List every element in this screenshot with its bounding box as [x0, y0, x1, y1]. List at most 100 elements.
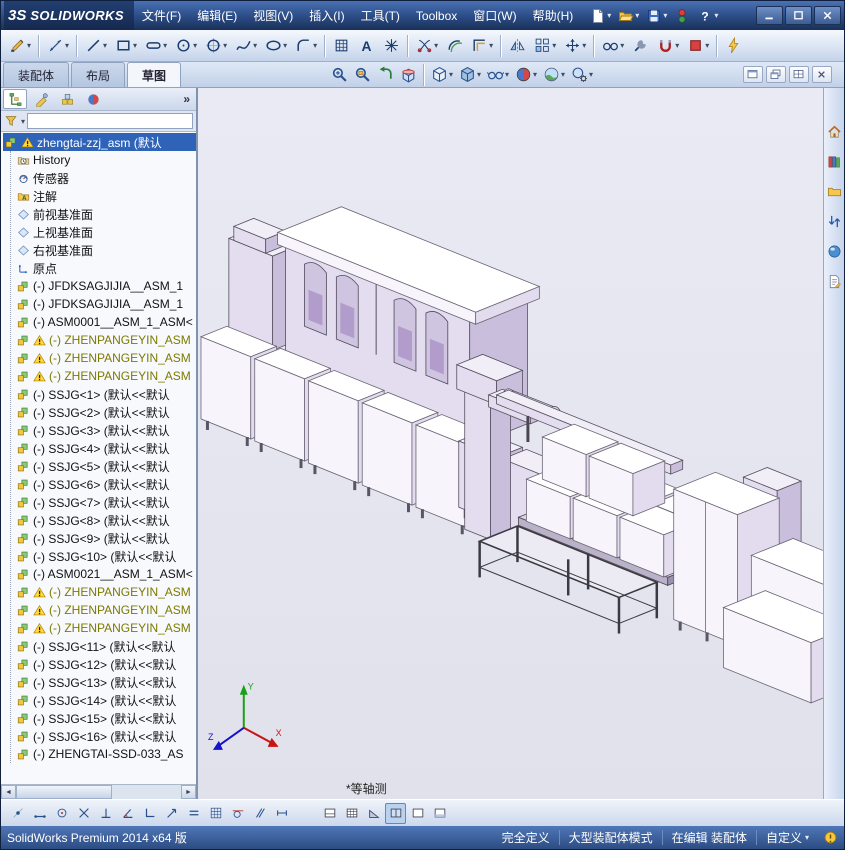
tree-item[interactable]: (-) ZHENPANGEYIN_ASM [11, 583, 196, 601]
snap-perpendicular-button[interactable] [95, 803, 116, 824]
tree-item[interactable]: A 注解 [11, 187, 196, 205]
tree-item[interactable]: (-) ASM0001__ASM_1_ASM< [11, 313, 196, 331]
filter-dropdown-icon[interactable]: ▾ [21, 117, 25, 126]
tree-item[interactable]: (-) ZHENPANGEYIN_ASM [11, 331, 196, 349]
status-custom-dropdown-icon[interactable]: ▾ [805, 833, 809, 842]
snap-hv-button[interactable] [183, 803, 204, 824]
filter-input[interactable] [27, 113, 193, 129]
status-custom[interactable]: 自定义 [766, 829, 802, 846]
tree-item[interactable]: (-) SSJG<11> (默认<<默认 [11, 637, 196, 655]
tree-item[interactable]: (-) SSJG<5> (默认<<默认 [11, 457, 196, 475]
tree-item[interactable]: (-) SSJG<4> (默认<<默认 [11, 439, 196, 457]
help-button[interactable]: ? ▾ [694, 5, 721, 27]
smart-dimension-button[interactable]: ▾ [43, 33, 73, 58]
sketch-picture-button[interactable] [329, 33, 354, 58]
tree-item[interactable]: (-) SSJG<8> (默认<<默认 [11, 511, 196, 529]
menu-item-3[interactable]: 插入(I) [301, 1, 352, 30]
command-tab-1[interactable]: 布局 [71, 62, 126, 87]
tree-item[interactable]: (-) SSJG<6> (默认<<默认 [11, 475, 196, 493]
tree-item[interactable]: (-) ZHENPANGEYIN_ASM [11, 601, 196, 619]
display-relations-button[interactable]: ▾ [598, 33, 628, 58]
displaymanager-tab[interactable] [81, 89, 105, 109]
snap-intersections-button[interactable] [73, 803, 94, 824]
tree-item[interactable]: (-) SSJG<3> (默认<<默认 [11, 421, 196, 439]
tree-item[interactable]: (-) ZHENPANGEYIN_ASM [11, 619, 196, 637]
apply-scene-button[interactable]: ▾ [540, 63, 568, 86]
tree-item[interactable]: (-) SSJG<13> (默认<<默认 [11, 673, 196, 691]
sketch-button[interactable]: ▾ [5, 33, 35, 58]
custom-properties-button[interactable] [825, 272, 844, 291]
text-button[interactable]: A [354, 33, 379, 58]
snap-points-button[interactable] [7, 803, 28, 824]
new-document-button[interactable]: ▾ [587, 5, 614, 27]
snap-parallel-button[interactable] [249, 803, 270, 824]
doc-split-button[interactable] [788, 66, 809, 83]
scrollbar-thumb[interactable] [16, 785, 112, 799]
repair-sketch-button[interactable] [628, 33, 653, 58]
edit-appearance-button[interactable]: ▾ [512, 63, 540, 86]
tree-item[interactable]: (-) ZHENPANGEYIN_ASM [11, 349, 196, 367]
3d-model-view[interactable]: Y X Z [198, 88, 823, 799]
snap-nearest-button[interactable] [161, 803, 182, 824]
menu-item-1[interactable]: 编辑(E) [189, 1, 245, 30]
snap-tangent-button[interactable] [227, 803, 248, 824]
view-orientation-button[interactable]: ▾ [428, 63, 456, 86]
menu-item-5[interactable]: Toolbox [408, 1, 465, 30]
viewport-single-view-button[interactable] [407, 803, 428, 824]
home-button[interactable] [825, 122, 844, 141]
tree-item[interactable]: (-) SSJG<14> (默认<<默认 [11, 691, 196, 709]
viewport-triangle-button[interactable] [363, 803, 384, 824]
viewport-two-view-button[interactable] [385, 802, 406, 824]
tree-item[interactable]: (-) JFDKSAGJIJIA__ASM_1 [11, 295, 196, 313]
design-library-button[interactable] [825, 152, 844, 171]
snap-angle-button[interactable] [117, 803, 138, 824]
view-settings-button[interactable]: ▾ [568, 63, 596, 86]
convert-entities-button[interactable] [442, 33, 467, 58]
tree-item[interactable]: 原点 [11, 259, 196, 277]
spline-button[interactable]: ▾ [231, 33, 261, 58]
tree-item[interactable]: History [11, 151, 196, 169]
move-entities-button[interactable]: ▾ [560, 33, 590, 58]
trim-entities-button[interactable]: ▾ [412, 33, 442, 58]
doc-cascade-button[interactable] [765, 66, 786, 83]
menu-item-0[interactable]: 文件(F) [134, 1, 189, 30]
scroll-right-button[interactable]: ► [181, 785, 196, 799]
perimeter-circle-button[interactable]: ▾ [201, 33, 231, 58]
filter-funnel-icon[interactable] [4, 114, 18, 128]
tree-item[interactable]: 前视基准面 [11, 205, 196, 223]
tree-item[interactable]: (-) ASM0021__ASM_1_ASM< [11, 565, 196, 583]
circle-button[interactable]: ▾ [171, 33, 201, 58]
tree-item[interactable]: (-) JFDKSAGJIJIA__ASM_1 [11, 277, 196, 295]
open-button[interactable]: ▾ [615, 5, 642, 27]
snap-length-button[interactable] [271, 803, 292, 824]
menu-item-2[interactable]: 视图(V) [245, 1, 301, 30]
quick-snaps-button[interactable]: ▾ [653, 33, 683, 58]
menu-item-7[interactable]: 帮助(H) [525, 1, 582, 30]
maximize-button[interactable] [785, 6, 812, 25]
tree-item[interactable]: 右视基准面 [11, 241, 196, 259]
section-view-button[interactable] [397, 63, 420, 86]
scrollbar-track[interactable] [16, 785, 181, 799]
tree-item[interactable]: (-) SSJG<10> (默认<<默认 [11, 547, 196, 565]
linear-pattern-button[interactable]: ▾ [530, 33, 560, 58]
view-palette-button[interactable] [825, 212, 844, 231]
viewport-bottom-view-button[interactable] [429, 803, 450, 824]
line-button[interactable]: ▾ [81, 33, 111, 58]
ellipse-button[interactable]: ▾ [261, 33, 291, 58]
snap-grid-button[interactable] [205, 803, 226, 824]
slot-button[interactable]: ▾ [141, 33, 171, 58]
status-tip-icon[interactable] [823, 830, 838, 845]
panel-overflow-chevron-icon[interactable]: » [179, 92, 194, 106]
minimize-button[interactable] [756, 6, 783, 25]
command-tab-2[interactable]: 草图 [127, 62, 182, 87]
point-button[interactable] [379, 33, 404, 58]
offset-entities-button[interactable]: ▾ [467, 33, 497, 58]
tree-item[interactable]: (-) SSJG<16> (默认<<默认 [11, 727, 196, 745]
snap-midpoints-button[interactable] [29, 803, 50, 824]
menu-item-4[interactable]: 工具(T) [353, 1, 408, 30]
close-button[interactable] [814, 6, 841, 25]
tree-root-item[interactable]: zhengtai-zzj_asm (默认 [3, 133, 196, 151]
zoom-area-button[interactable] [351, 63, 374, 86]
tree-item[interactable]: 传感器 [11, 169, 196, 187]
command-tab-0[interactable]: 装配体 [3, 62, 70, 87]
